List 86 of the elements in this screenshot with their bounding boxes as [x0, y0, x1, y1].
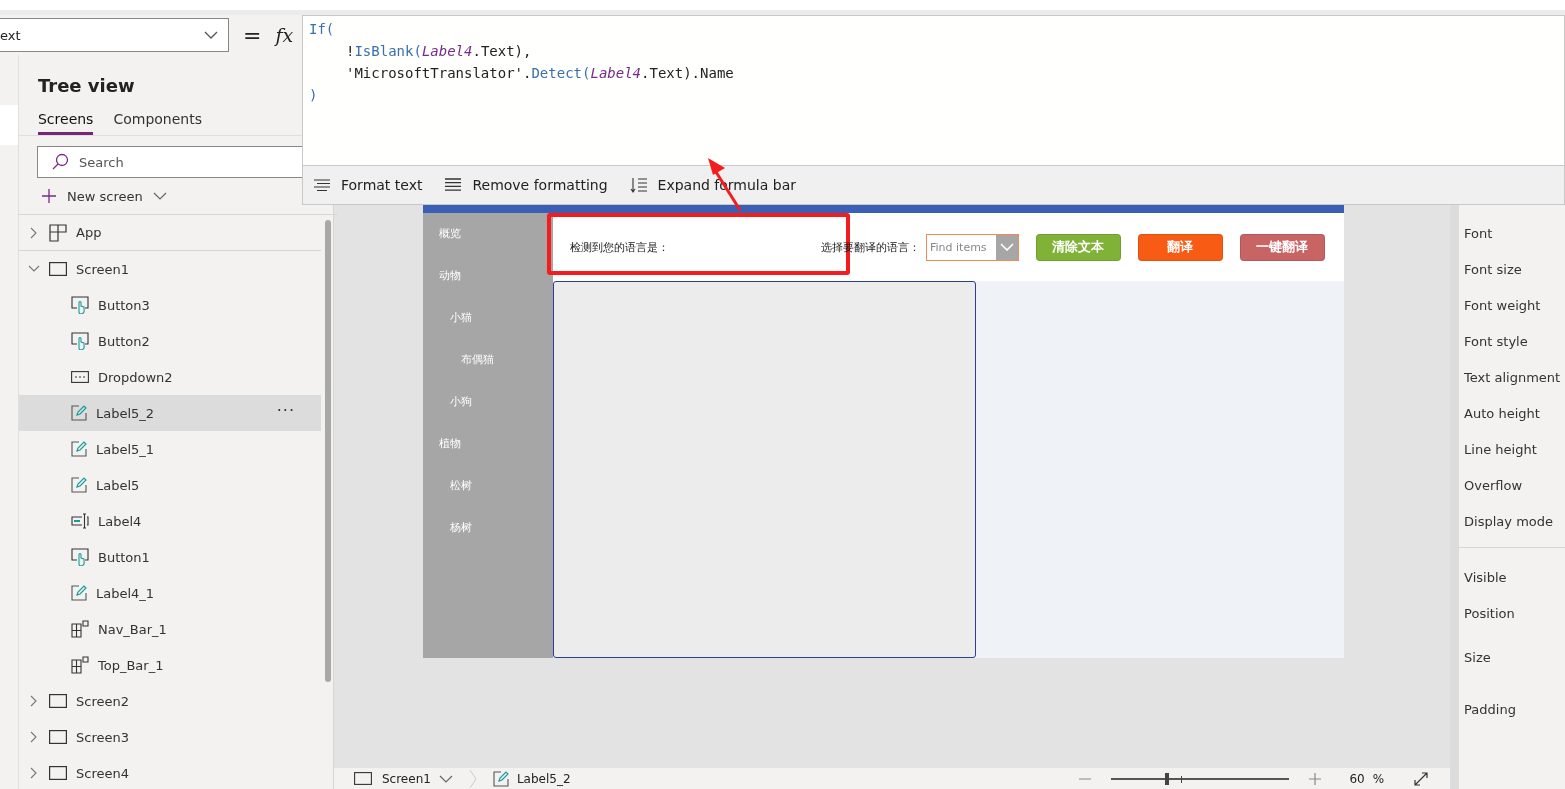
- zoom-value: 60: [1349, 771, 1365, 786]
- tree-item[interactable]: Label4_1: [19, 575, 321, 611]
- button-icon: [71, 296, 89, 314]
- property-label: Overflow: [1463, 477, 1524, 495]
- property-label: Display mode: [1463, 513, 1554, 531]
- dropdown-icon: [71, 371, 89, 383]
- expand-lines-icon: [629, 177, 648, 193]
- group-icon: [71, 656, 89, 674]
- chevron-icon: [438, 774, 453, 783]
- tree-item[interactable]: Screen3: [19, 719, 321, 755]
- property-label: Font weight: [1463, 297, 1542, 315]
- dropdown-button[interactable]: [996, 234, 1018, 260]
- property-label: Padding: [1463, 701, 1517, 719]
- tree-item[interactable]: Screen2: [19, 683, 321, 719]
- toolbar-button[interactable]: Format text: [311, 175, 425, 195]
- panel-title: Tree view: [38, 75, 135, 98]
- group-icon: [71, 620, 89, 638]
- screen-breadcrumb[interactable]: Screen1: [382, 771, 431, 786]
- detected-language-label: 检测到您的语言是：: [570, 239, 670, 255]
- property-label: Visible: [1463, 569, 1508, 587]
- tree-item[interactable]: Top_Bar_1: [19, 647, 321, 683]
- screen-icon: [49, 262, 67, 276]
- tree-item[interactable]: Label4: [19, 503, 321, 539]
- property-label: Line height: [1463, 441, 1538, 459]
- screen-icon: [49, 694, 67, 708]
- screen-icon: [49, 766, 67, 780]
- control-breadcrumb[interactable]: Label5_2: [516, 771, 571, 786]
- chevron-icon: [204, 31, 218, 39]
- fx-label: fx: [275, 24, 294, 46]
- edit-label-icon: [71, 441, 87, 457]
- tree-item[interactable]: Label5_2 ···: [19, 395, 321, 431]
- code-line: 'MicrosoftTranslator'.Detect(Label4.Text).Name: [345, 64, 734, 83]
- text-input-area[interactable]: [553, 281, 976, 658]
- tree-item[interactable]: Label5_1: [19, 431, 321, 467]
- zoom-out-icon[interactable]: [1079, 777, 1092, 780]
- edit-label-icon: [71, 405, 87, 421]
- zoom-unit: %: [1372, 771, 1385, 786]
- lines-icon: [444, 178, 463, 192]
- tab[interactable]: Components: [113, 107, 202, 135]
- tree-item[interactable]: Button3: [19, 287, 321, 323]
- edit-label-icon: [71, 477, 87, 493]
- tree-item[interactable]: Button2: [19, 323, 321, 359]
- chevron-icon: [1000, 243, 1014, 251]
- tree-item[interactable]: Nav_Bar_1: [19, 611, 321, 647]
- tree-item[interactable]: Button1: [19, 539, 321, 575]
- button-icon: [71, 548, 89, 566]
- button-icon: [71, 332, 89, 350]
- zoom-slider[interactable]: [1111, 772, 1290, 785]
- action-button[interactable]: 一键翻译: [1240, 233, 1325, 261]
- language-dropdown[interactable]: Find items: [926, 233, 1019, 261]
- edit-label-icon: [492, 770, 509, 787]
- property-label: Font: [1463, 225, 1494, 243]
- toolbar-button[interactable]: Remove formatting: [442, 175, 610, 195]
- property-label: Auto height: [1463, 405, 1541, 423]
- tree-item[interactable]: Label5: [19, 467, 321, 503]
- property-dropdown[interactable]: ext: [0, 18, 229, 52]
- chevron-icon: [152, 192, 167, 200]
- plus-icon: [41, 188, 57, 204]
- property-label: Font style: [1463, 333, 1529, 351]
- fit-to-window-icon[interactable]: [1414, 771, 1429, 786]
- align-left-icon: [313, 179, 331, 191]
- rail-highlight: [0, 105, 18, 145]
- tree-item[interactable]: Screen1: [19, 251, 321, 287]
- code-line: ): [309, 86, 318, 105]
- tab[interactable]: Screens: [38, 107, 94, 135]
- breadcrumb-separator-icon: [468, 768, 477, 789]
- edit-label-icon: [71, 585, 87, 601]
- code-line: !IsBlank(Label4.Text),: [345, 42, 532, 61]
- tree-item[interactable]: Dropdown2: [19, 359, 321, 395]
- property-label: Font size: [1463, 261, 1523, 279]
- property-label: Position: [1463, 605, 1516, 623]
- equals-sign: =: [243, 22, 262, 48]
- tree-item[interactable]: Screen4: [19, 755, 321, 789]
- search-icon: [51, 153, 69, 171]
- layout-icon: [49, 223, 67, 242]
- property-label: Text alignment: [1463, 369, 1562, 387]
- screen-icon: [354, 772, 372, 785]
- property-label: Size: [1463, 649, 1492, 667]
- code-line: If(: [309, 20, 335, 39]
- screen-icon: [49, 730, 67, 744]
- search-field[interactable]: Search: [37, 146, 302, 178]
- zoom-in-icon[interactable]: [1309, 772, 1322, 785]
- new-screen-button[interactable]: New screen: [67, 188, 143, 204]
- more-icon[interactable]: ···: [276, 401, 295, 420]
- text-input-icon: [71, 513, 89, 529]
- tree-item[interactable]: App: [19, 215, 321, 251]
